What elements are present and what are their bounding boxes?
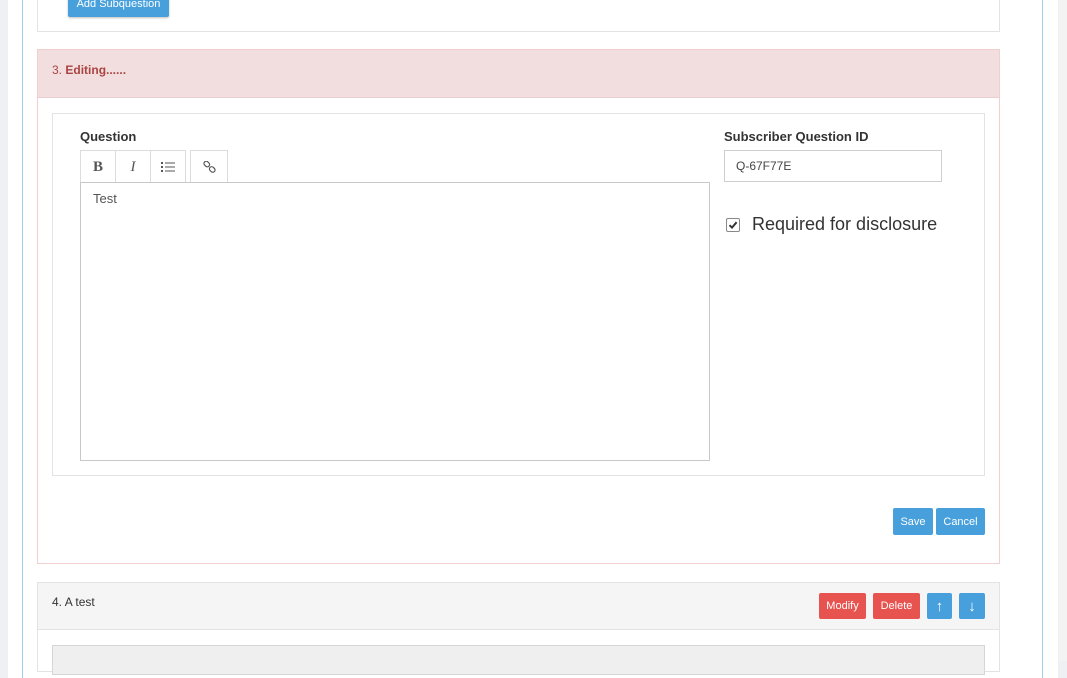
subscriber-question-id-input[interactable]: Q-67F77E <box>724 150 942 182</box>
required-checkbox[interactable] <box>726 218 740 232</box>
delete-button[interactable]: Delete <box>873 593 920 619</box>
checkmark-icon <box>728 221 738 230</box>
question-4-number: 4. <box>52 595 63 609</box>
modify-button[interactable]: Modify <box>819 593 866 619</box>
question-3-title: 3. Editing...... <box>52 63 126 77</box>
link-button[interactable] <box>190 150 228 184</box>
list-icon <box>161 162 175 172</box>
italic-button[interactable]: I <box>116 150 151 184</box>
link-icon <box>202 160 216 173</box>
question-4-text: A test <box>64 595 95 609</box>
question-3-header <box>38 50 999 98</box>
question-label: Question <box>80 129 137 144</box>
move-up-button[interactable]: ↑ <box>927 593 952 619</box>
question-3-status: Editing...... <box>65 63 127 77</box>
previous-question-card <box>37 0 1000 32</box>
move-down-button[interactable]: ↓ <box>959 593 985 619</box>
arrow-down-icon: ↓ <box>968 597 976 615</box>
save-button[interactable]: Save <box>893 508 933 535</box>
required-checkbox-label[interactable]: Required for disclosure <box>752 214 937 235</box>
scrollbar-track[interactable] <box>1059 0 1067 661</box>
arrow-up-icon: ↑ <box>935 597 944 615</box>
add-subquestion-button[interactable]: Add Subquestion <box>68 0 169 17</box>
question-3-number: 3. <box>52 63 63 77</box>
bullet-list-button[interactable] <box>151 150 186 184</box>
bold-button[interactable]: B <box>80 150 116 184</box>
question-4-body <box>52 645 985 675</box>
cancel-button[interactable]: Cancel <box>936 508 985 535</box>
subscriber-question-id-label: Subscriber Question ID <box>724 129 869 144</box>
editor-toolbar: B I <box>80 150 228 184</box>
question-editor[interactable]: Test <box>80 182 710 461</box>
question-4-title: 4. A test <box>52 595 95 609</box>
